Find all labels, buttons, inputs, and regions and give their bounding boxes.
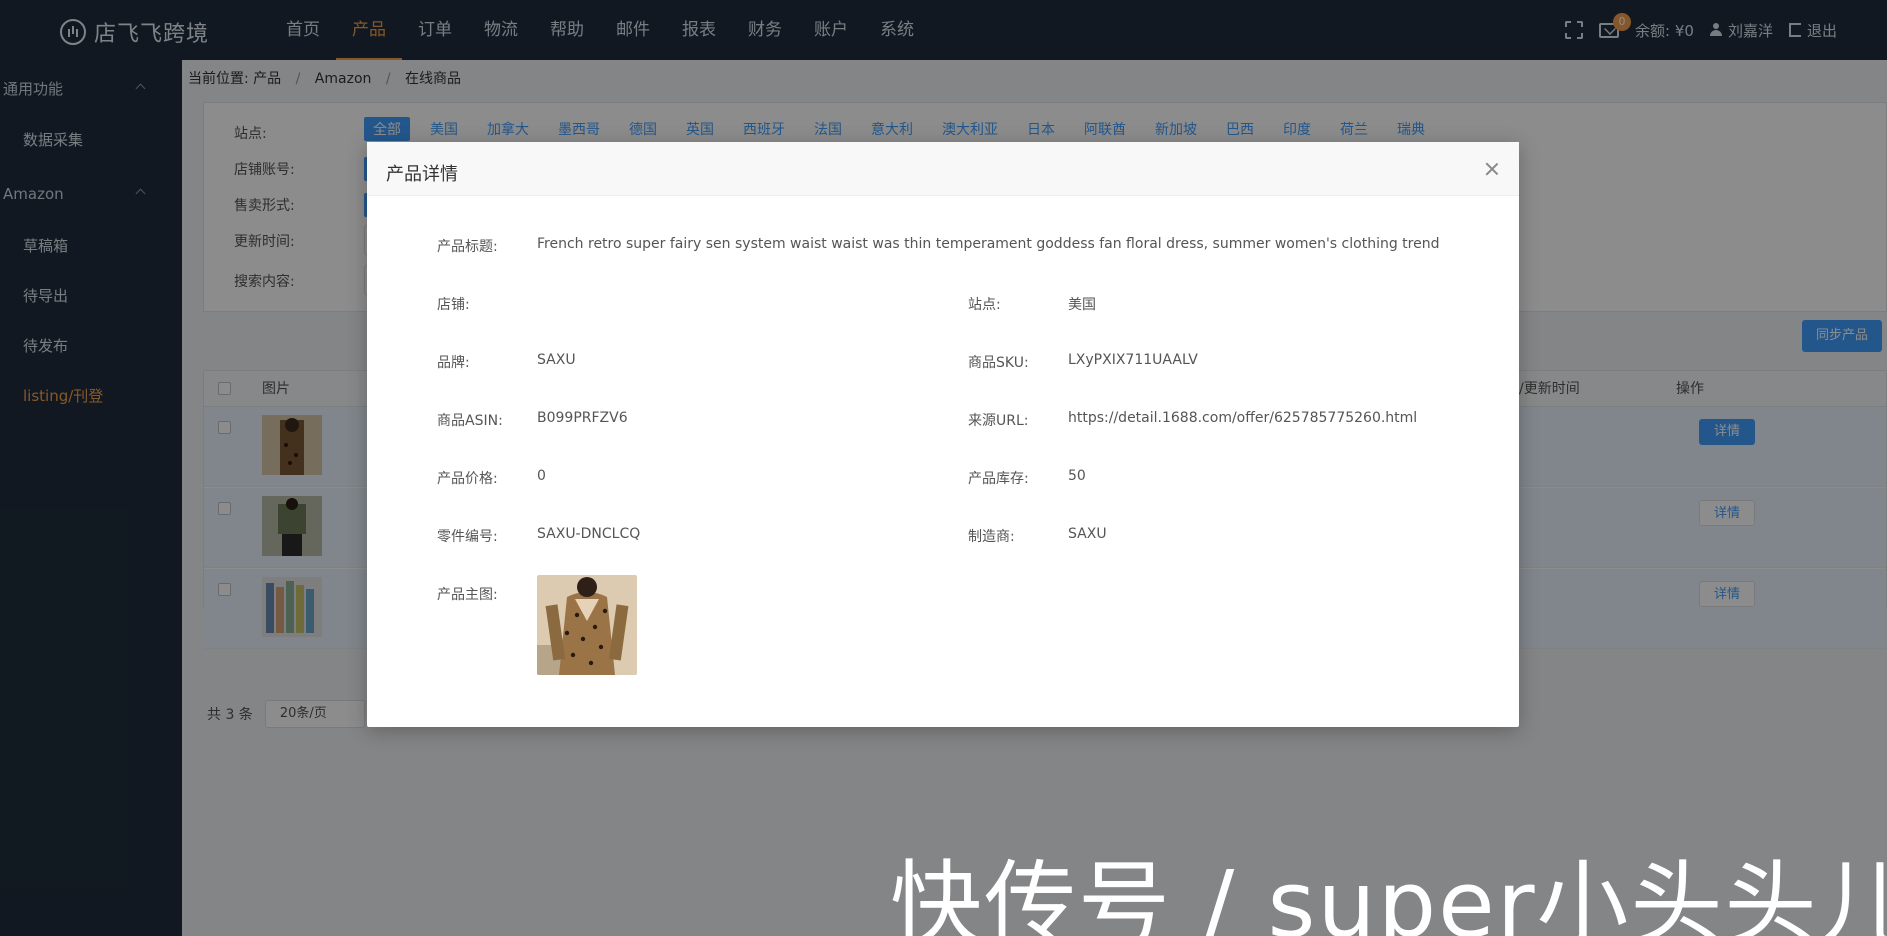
part-number-value: SAXU-DNCLCQ (537, 526, 641, 542)
modal-title: 产品详情 (386, 164, 458, 185)
source-url-value[interactable]: https://detail.1688.com/offer/6257857752… (1068, 410, 1417, 426)
price-value: 0 (537, 468, 546, 484)
product-detail-modal: 产品详情 产品标题: French retro super fairy sen … (367, 142, 1519, 727)
source-url-label: 来源URL: (968, 413, 1029, 429)
asin-value: B099PRFZV6 (537, 410, 628, 426)
asin-label: 商品ASIN: (437, 413, 503, 429)
product-main-image[interactable] (537, 575, 637, 675)
brand-label: 品牌: (437, 355, 470, 371)
stock-label: 产品库存: (968, 471, 1029, 487)
sku-label: 商品SKU: (968, 355, 1029, 371)
sku-value: LXyPXIX711UAALV (1068, 352, 1198, 368)
main-image-label: 产品主图: (437, 587, 498, 603)
title-value: French retro super fairy sen system wais… (537, 236, 1440, 252)
manufacturer-label: 制造商: (968, 529, 1015, 545)
brand-value: SAXU (537, 352, 576, 368)
site-label: 站点: (968, 297, 1001, 313)
manufacturer-value: SAXU (1068, 526, 1107, 542)
site-value: 美国 (1068, 297, 1096, 313)
modal-header: 产品详情 (367, 142, 1519, 196)
watermark-text: 快传号 / super小头头儿 (890, 851, 1887, 936)
title-label: 产品标题: (437, 239, 498, 255)
part-number-label: 零件编号: (437, 529, 498, 545)
price-label: 产品价格: (437, 471, 498, 487)
stock-value: 50 (1068, 468, 1086, 484)
close-icon[interactable] (1485, 162, 1499, 176)
shop-label: 店铺: (437, 297, 470, 313)
